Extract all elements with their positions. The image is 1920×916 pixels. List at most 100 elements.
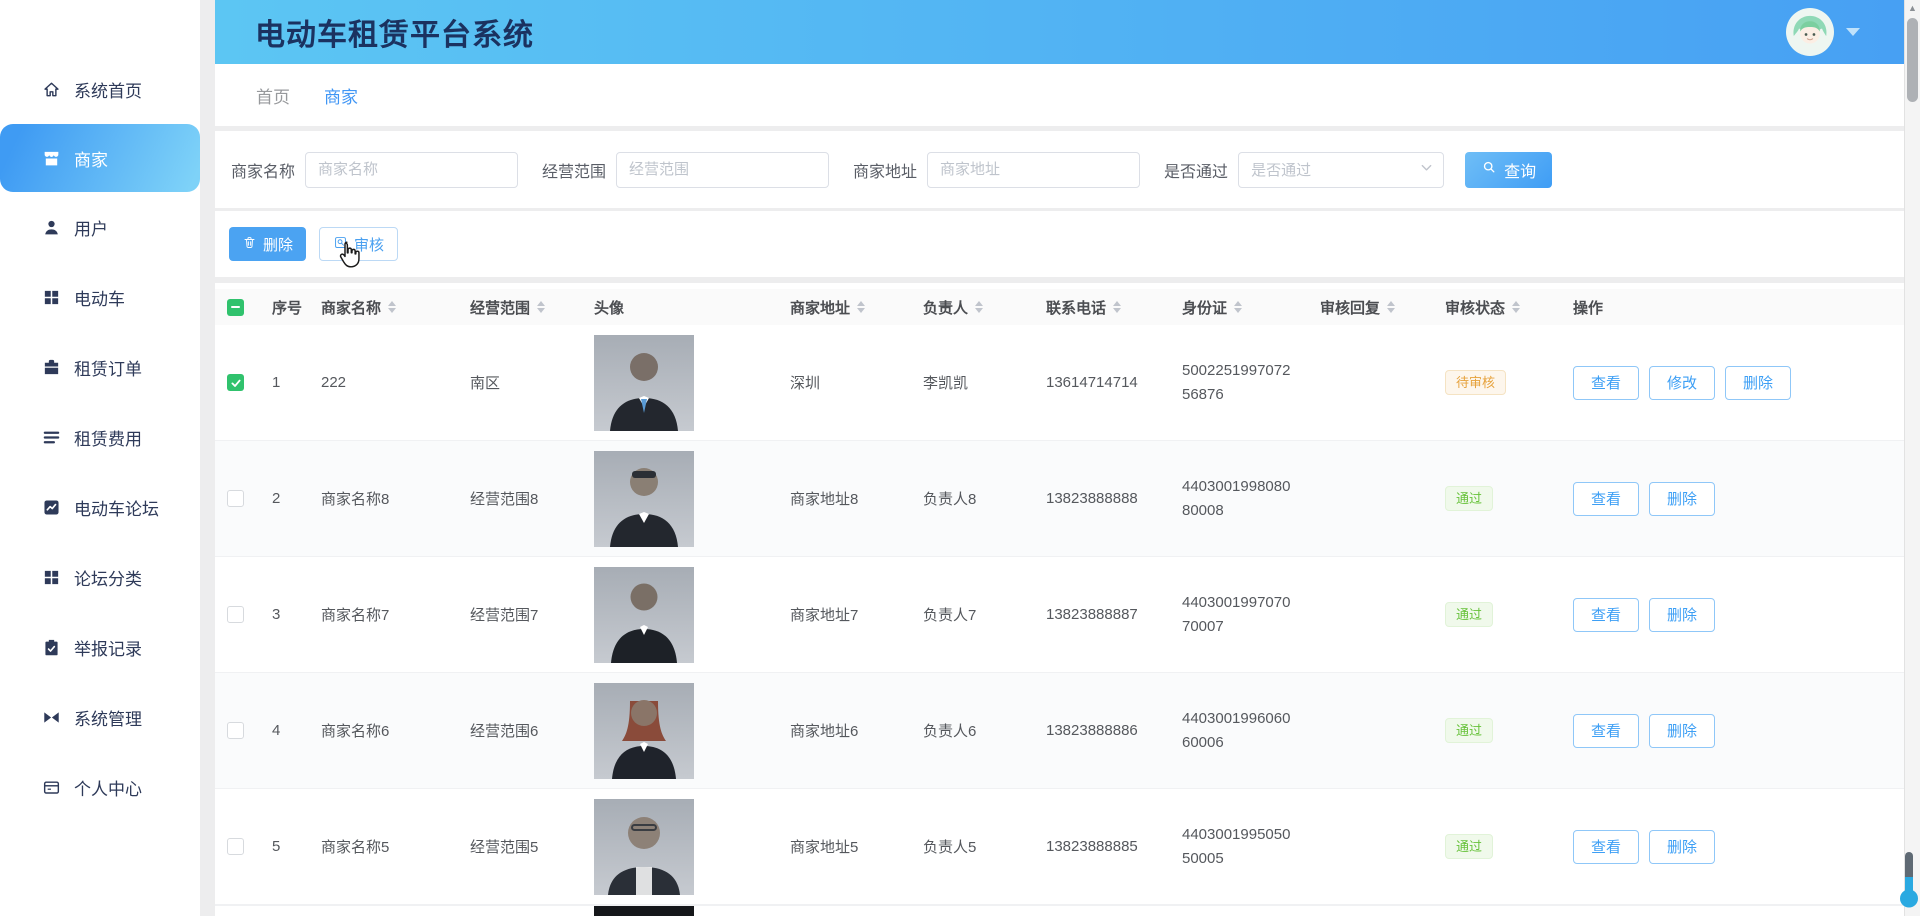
scrollbar-thumb[interactable] <box>1907 18 1918 102</box>
table-row: 5 商家名称5 经营范围5 商家地址5 负责人5 13823888885 440… <box>215 789 1904 905</box>
chevron-down-icon <box>1420 161 1433 178</box>
breadcrumb: 首页 商家 <box>215 64 1904 126</box>
vertical-scrollbar[interactable]: ▲ <box>1904 0 1920 916</box>
shop-icon <box>42 149 61 168</box>
sort-icon[interactable] <box>975 301 983 313</box>
view-button[interactable]: 查看 <box>1573 598 1639 632</box>
sort-icon[interactable] <box>857 301 865 313</box>
merchant-name-input[interactable] <box>305 152 518 188</box>
filter-label-business-scope: 经营范围 <box>542 158 606 182</box>
user-dropdown-caret-icon[interactable] <box>1846 28 1860 36</box>
sidebar-item-label: 电动车 <box>74 285 125 310</box>
sidebar-item-label: 用户 <box>74 215 108 240</box>
scroll-up-arrow-icon[interactable]: ▲ <box>1905 3 1920 13</box>
status-badge: 通过 <box>1445 834 1493 860</box>
thermometer-widget-icon <box>1899 850 1919 913</box>
status-badge: 通过 <box>1445 602 1493 628</box>
select-all-checkbox[interactable] <box>227 299 244 316</box>
col-actions: 操作 <box>1565 297 1904 318</box>
sidebar-item-personal-center[interactable]: 个人中心 <box>0 752 200 822</box>
filter-bar: 商家名称 经营范围 商家地址 是否通过 是否通过 查询 <box>215 131 1904 208</box>
row-checkbox[interactable] <box>227 490 244 507</box>
status-badge: 通过 <box>1445 486 1493 512</box>
sidebar-item-label: 个人中心 <box>74 775 142 800</box>
approved-select[interactable]: 是否通过 <box>1238 152 1444 188</box>
sidebar-item-label: 论坛分类 <box>74 565 142 590</box>
table-row: 2 商家名称8 经营范围8 商家地址8 负责人8 13823888888 440… <box>215 441 1904 557</box>
sidebar-item-forum-categories[interactable]: 论坛分类 <box>0 542 200 612</box>
review-button[interactable]: 审核 <box>319 227 398 261</box>
sidebar-item-report-records[interactable]: 举报记录 <box>0 612 200 682</box>
col-merchant-address[interactable]: 商家地址 <box>782 297 915 318</box>
col-index[interactable]: 序号 <box>264 297 313 318</box>
merchant-photo <box>594 567 694 663</box>
clipboard-check-icon <box>42 638 61 657</box>
sidebar-item-system-management[interactable]: 系统管理 <box>0 682 200 752</box>
row-checkbox[interactable] <box>227 722 244 739</box>
grid-icon <box>42 288 61 307</box>
merchant-photo <box>594 451 694 547</box>
view-button[interactable]: 查看 <box>1573 714 1639 748</box>
sidebar-item-ebikes[interactable]: 电动车 <box>0 262 200 332</box>
sort-icon[interactable] <box>537 301 545 313</box>
table-row: 1 222 南区 深圳 李凯凯 13614714714 500225199707… <box>215 325 1904 441</box>
col-manager[interactable]: 负责人 <box>915 297 1038 318</box>
delete-row-button[interactable]: 删除 <box>1649 482 1715 516</box>
col-merchant-name[interactable]: 商家名称 <box>313 297 462 318</box>
view-button[interactable]: 查看 <box>1573 482 1639 516</box>
view-button[interactable]: 查看 <box>1573 366 1639 400</box>
delete-row-button[interactable]: 删除 <box>1725 366 1791 400</box>
edit-button[interactable]: 修改 <box>1649 366 1715 400</box>
delete-row-button[interactable]: 删除 <box>1649 830 1715 864</box>
table-row: 3 商家名称7 经营范围7 商家地址7 负责人7 13823888887 440… <box>215 557 1904 673</box>
sidebar-item-label: 系统首页 <box>74 77 142 102</box>
filter-label-approved: 是否通过 <box>1164 158 1228 182</box>
sort-icon[interactable] <box>1113 301 1121 313</box>
briefcase-icon <box>42 358 61 377</box>
filter-label-merchant-name: 商家名称 <box>231 158 295 182</box>
row-checkbox[interactable] <box>227 838 244 855</box>
row-checkbox[interactable] <box>227 606 244 623</box>
sidebar-item-system-home[interactable]: 系统首页 <box>0 54 200 124</box>
delete-row-button[interactable]: 删除 <box>1649 598 1715 632</box>
breadcrumb-merchants[interactable]: 商家 <box>324 83 358 108</box>
sidebar-item-rental-orders[interactable]: 租赁订单 <box>0 332 200 402</box>
avatar[interactable] <box>1786 8 1834 56</box>
sidebar-item-label: 租赁订单 <box>74 355 142 380</box>
business-scope-input[interactable] <box>616 152 829 188</box>
toolbar: 删除 审核 <box>215 211 1904 277</box>
search-icon <box>1481 159 1497 180</box>
top-header: 电动车租赁平台系统 <box>215 0 1904 64</box>
trash-icon <box>242 235 257 254</box>
delete-button[interactable]: 删除 <box>229 227 306 261</box>
sidebar-item-users[interactable]: 用户 <box>0 192 200 262</box>
user-menu[interactable] <box>1786 8 1860 56</box>
col-review-status[interactable]: 审核状态 <box>1437 297 1565 318</box>
sort-icon[interactable] <box>1387 301 1395 313</box>
main-area: 电动车租赁平台系统 首页 商家 商家名称 经营范围 商家地址 是否通过 是否通过 <box>200 0 1904 916</box>
system-manage-icon <box>42 708 61 727</box>
app-root: 系统首页 商家 用户 电动车 租赁订单 <box>0 0 1920 916</box>
id-card-icon <box>42 778 61 797</box>
col-id-number[interactable]: 身份证 <box>1174 297 1312 318</box>
sidebar-item-ebike-forum[interactable]: 电动车论坛 <box>0 472 200 542</box>
query-button[interactable]: 查询 <box>1465 152 1552 188</box>
breadcrumb-home[interactable]: 首页 <box>256 83 290 108</box>
sort-icon[interactable] <box>1234 301 1242 313</box>
sidebar-item-label: 商家 <box>74 146 108 171</box>
row-checkbox[interactable] <box>227 374 244 391</box>
view-button[interactable]: 查看 <box>1573 830 1639 864</box>
sidebar-item-rental-fees[interactable]: 租赁费用 <box>0 402 200 472</box>
delete-row-button[interactable]: 删除 <box>1649 714 1715 748</box>
col-phone[interactable]: 联系电话 <box>1038 297 1174 318</box>
merchant-address-input[interactable] <box>927 152 1140 188</box>
approved-select-placeholder: 是否通过 <box>1251 159 1311 180</box>
list-icon <box>42 428 61 447</box>
merchant-photo <box>594 906 694 916</box>
sort-icon[interactable] <box>388 301 396 313</box>
col-review-reply[interactable]: 审核回复 <box>1312 297 1437 318</box>
sidebar-item-merchants[interactable]: 商家 <box>0 124 200 192</box>
col-business-scope[interactable]: 经营范围 <box>462 297 586 318</box>
sort-icon[interactable] <box>1512 301 1520 313</box>
review-doc-icon <box>333 235 348 254</box>
